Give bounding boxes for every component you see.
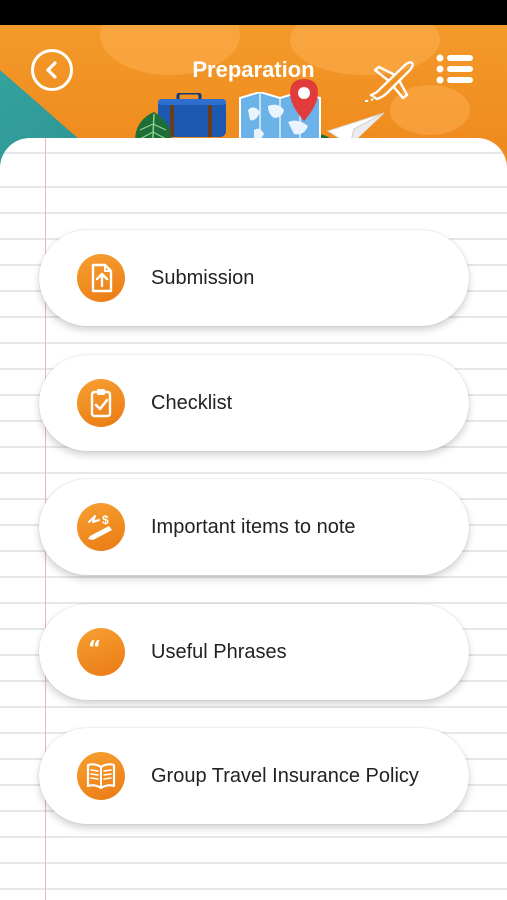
menu-item-label: Group Travel Insurance Policy [151, 765, 419, 787]
menu-item-useful-phrases[interactable]: “ „ Useful Phrases [39, 604, 469, 700]
menu-item-label: Submission [151, 267, 255, 289]
map-pin-icon [290, 79, 318, 121]
menu-item-checklist[interactable]: Checklist [39, 355, 469, 451]
menu-item-insurance-policy[interactable]: Group Travel Insurance Policy [39, 728, 469, 824]
upload-document-icon [77, 254, 125, 302]
list-icon[interactable] [436, 53, 474, 85]
quote-icon: “ „ [77, 628, 125, 676]
notebook-panel: Submission Checklist $ Important items t… [0, 138, 507, 900]
menu-item-submission[interactable]: Submission [39, 230, 469, 326]
menu-item-label: Checklist [151, 392, 233, 414]
menu-item-label: Useful Phrases [151, 641, 287, 663]
svg-text:$: $ [102, 513, 109, 527]
airplane-icon [365, 61, 414, 102]
page-title: Preparation [192, 57, 315, 82]
menu-item-label: Important items to note [151, 516, 356, 538]
pen-money-icon: $ [77, 503, 125, 551]
status-bar [0, 0, 507, 25]
svg-text:„: „ [98, 652, 111, 667]
menu-item-important-items[interactable]: $ Important items to note [39, 479, 469, 575]
open-book-icon [77, 752, 125, 800]
clipboard-check-icon [77, 379, 125, 427]
